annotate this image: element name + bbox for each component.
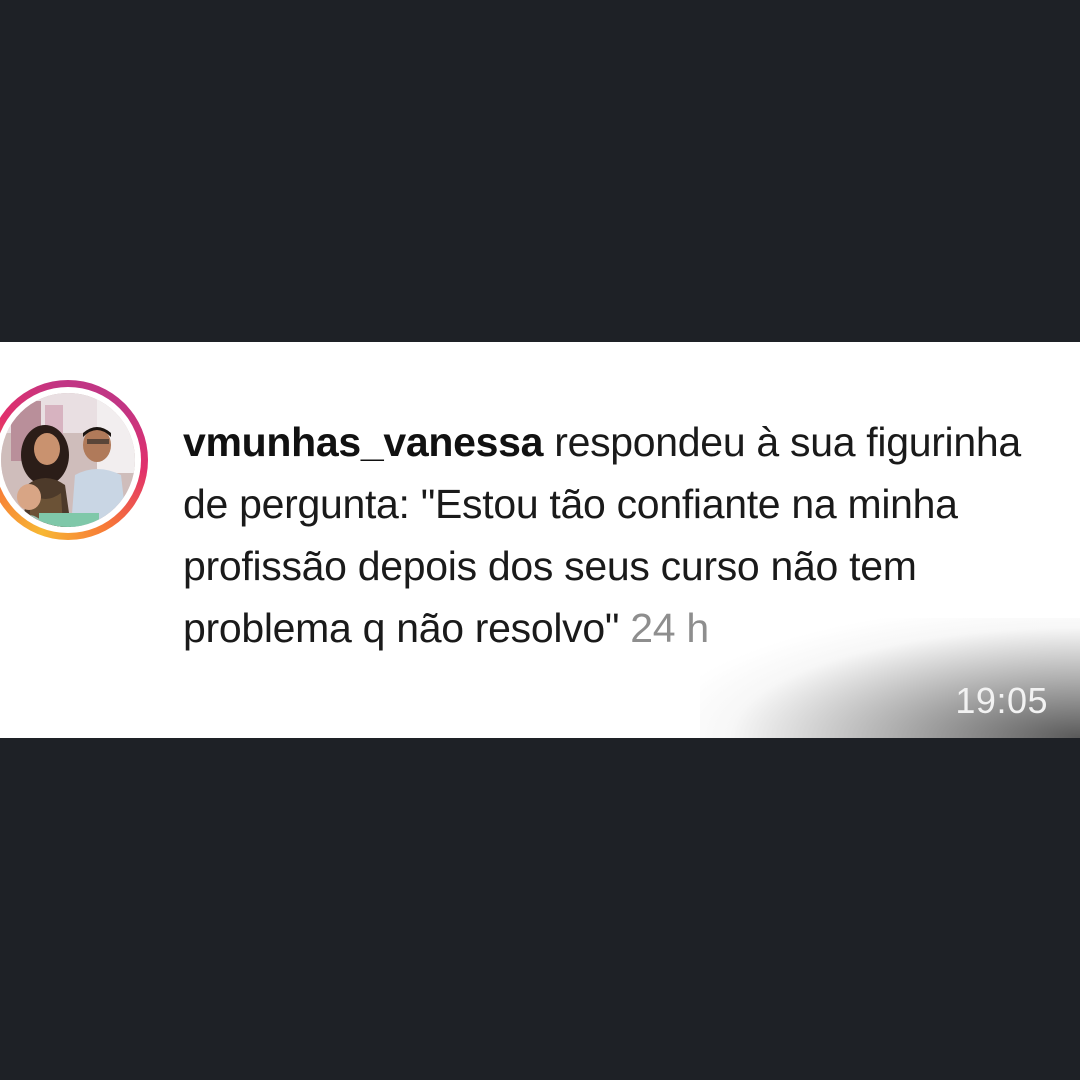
timestamp: 24 h — [619, 605, 709, 651]
screenshot-frame: vmunhas_vanessa respondeu à sua figurinh… — [0, 0, 1080, 1080]
notification-text[interactable]: vmunhas_vanessa respondeu à sua figurinh… — [183, 411, 1053, 659]
avatar[interactable] — [1, 393, 135, 527]
username-link[interactable]: vmunhas_vanessa — [183, 419, 543, 465]
story-ring[interactable] — [0, 380, 148, 540]
clock-overlay: 19:05 — [955, 680, 1048, 721]
avatar-photo — [1, 393, 135, 527]
